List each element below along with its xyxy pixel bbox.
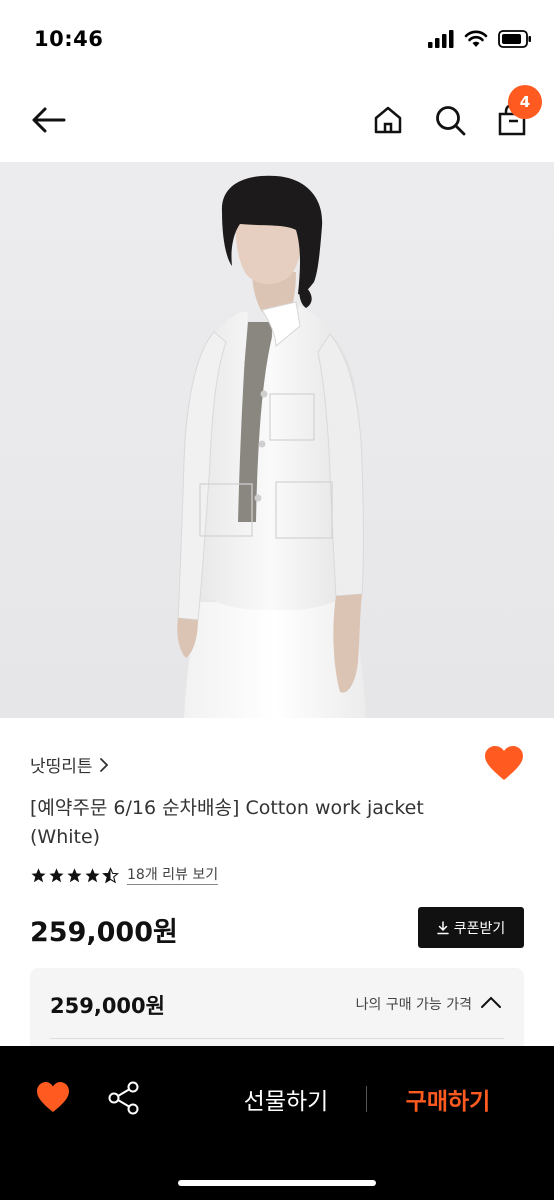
my-price-amount: 259,000원 — [50, 994, 165, 1018]
arrow-left-icon — [32, 107, 66, 133]
product-title: [예약주문 6/16 순차배송] Cotton work jacket (Whi… — [30, 797, 424, 848]
product-price: 259,000원 — [30, 917, 178, 948]
brand-name: 낫띵리튼 — [30, 757, 93, 777]
coupon-button[interactable]: 쿠폰받기 — [418, 907, 524, 948]
review-link[interactable]: 18개 리뷰 보기 — [127, 866, 219, 885]
download-icon — [436, 920, 449, 934]
back-button[interactable] — [26, 98, 70, 142]
chevron-right-icon — [99, 757, 108, 772]
chevron-up-icon[interactable] — [480, 994, 502, 1010]
status-time: 10:46 — [34, 27, 104, 51]
cart-count-badge: 4 — [508, 85, 542, 119]
model-photo — [177, 175, 366, 718]
share-icon[interactable] — [106, 1080, 142, 1116]
search-icon — [436, 106, 466, 136]
home-icon — [374, 106, 402, 134]
rating-stars — [30, 867, 119, 884]
status-bar: 10:46 — [0, 0, 554, 80]
half-star-icon — [102, 867, 119, 884]
home-button[interactable] — [366, 98, 410, 142]
star-icon — [85, 868, 100, 883]
coupon-label: 쿠폰받기 — [453, 920, 506, 937]
home-indicator — [178, 1180, 376, 1186]
wifi-icon — [464, 30, 488, 47]
divider — [50, 1038, 504, 1039]
divider — [366, 1086, 367, 1112]
star-icon — [67, 868, 82, 883]
my-price-label: 나의 구매 가능 가격 — [355, 997, 472, 1013]
gift-button[interactable]: 선물하기 — [206, 1082, 366, 1116]
cellular-signal-icon — [428, 30, 454, 48]
search-button[interactable] — [428, 98, 472, 142]
star-icon — [31, 868, 46, 883]
brand-link[interactable]: 낫띵리튼 — [30, 752, 109, 777]
nav-bar — [0, 80, 554, 162]
status-icons — [428, 30, 532, 48]
product-image[interactable] — [0, 162, 554, 718]
wishlist-heart-icon[interactable] — [36, 1082, 70, 1114]
wishlist-heart-icon[interactable] — [484, 746, 524, 782]
bottom-action-bar: 선물하기 구매하기 — [0, 1046, 554, 1200]
buy-button[interactable]: 구매하기 — [374, 1082, 522, 1116]
rating-row: 18개 리뷰 보기 — [30, 866, 219, 885]
star-icon — [49, 868, 64, 883]
battery-icon — [498, 30, 531, 48]
